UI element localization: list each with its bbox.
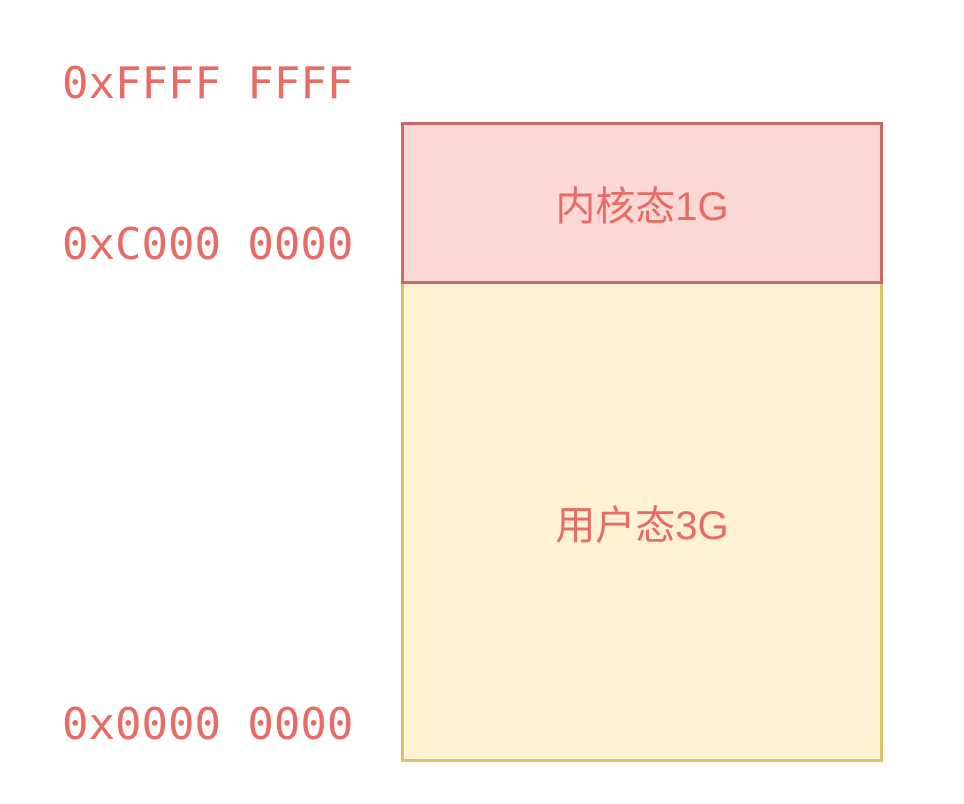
address-label-boundary: 0xC000 0000 xyxy=(62,219,354,270)
user-space-region: 用户态3G xyxy=(401,281,883,762)
address-label-bottom: 0x0000 0000 xyxy=(62,699,354,750)
kernel-space-label: 内核态1G xyxy=(555,185,729,229)
kernel-space-region: 内核态1G xyxy=(401,122,883,284)
memory-layout-diagram: 0xFFFF FFFF 0xC000 0000 0x0000 0000 内核态1… xyxy=(0,0,964,804)
user-space-label: 用户态3G xyxy=(555,503,729,548)
address-label-top: 0xFFFF FFFF xyxy=(62,58,354,109)
